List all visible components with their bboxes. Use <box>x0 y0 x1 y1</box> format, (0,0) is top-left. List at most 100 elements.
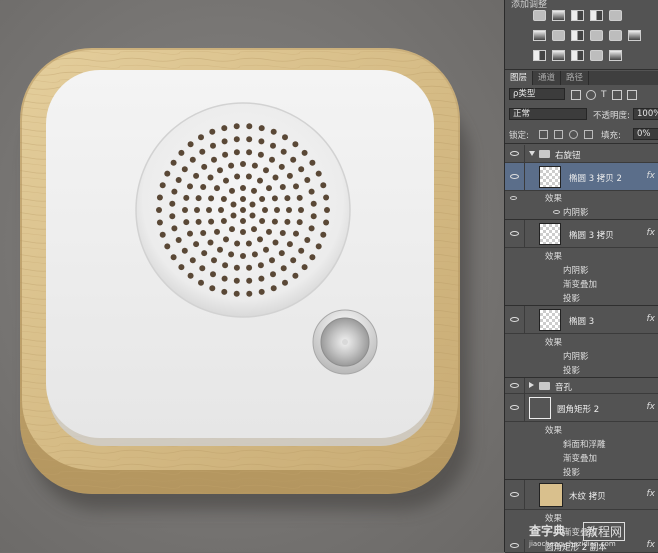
fx-icon[interactable]: fx <box>647 228 656 238</box>
speaker-hole <box>171 188 178 195</box>
collapse-triangle-icon[interactable] <box>529 382 534 388</box>
posterize-icon[interactable] <box>552 50 565 61</box>
adjust-filter-icon[interactable] <box>586 90 596 100</box>
layer-row-rounded-rect2[interactable]: 圆角矩形 2 fx <box>505 394 658 422</box>
speaker-hole <box>293 183 299 190</box>
blend-mode-select[interactable]: 正常 <box>509 108 587 120</box>
speaker-hole <box>234 173 241 180</box>
layer-row-ellipse3-copy2[interactable]: 椭圆 3 拷贝 2 fx <box>505 163 658 191</box>
visibility-eye-icon[interactable] <box>510 231 519 236</box>
effect-gradient-overlay[interactable]: 渐变叠加 <box>563 278 597 290</box>
speaker-hole <box>217 246 223 253</box>
speaker-hole <box>251 187 257 194</box>
opacity-label: 不透明度: <box>593 111 630 121</box>
selective-color-icon[interactable] <box>590 50 603 61</box>
speaker-hole <box>178 149 185 156</box>
layer-name: 木纹 拷贝 <box>569 492 606 502</box>
speaker-hole <box>217 167 223 174</box>
speaker-hole <box>263 246 269 253</box>
speaker-hole <box>233 264 240 271</box>
type-filter-icon[interactable]: T <box>601 90 607 100</box>
visibility-eye-icon[interactable] <box>510 405 519 410</box>
gradient-map-icon[interactable] <box>609 50 622 61</box>
tab-layers[interactable]: 图层 <box>505 71 534 85</box>
vibrance-icon[interactable] <box>609 10 622 21</box>
speaker-hole <box>200 184 207 190</box>
speaker-hole <box>301 264 308 271</box>
tab-paths[interactable]: 路径 <box>561 71 590 85</box>
speaker-hole <box>293 230 299 237</box>
tab-channels[interactable]: 通道 <box>533 71 562 85</box>
layer-row-group-knob[interactable]: 右旋钮 <box>505 145 658 163</box>
visibility-eye-icon[interactable] <box>510 492 519 497</box>
fx-icon[interactable]: fx <box>647 489 656 499</box>
layer-row-wood-copy[interactable]: 木纹 拷贝 fx <box>505 480 658 510</box>
visibility-eye-icon[interactable] <box>510 543 519 548</box>
effects-header: 效果 <box>545 338 563 348</box>
effect-gradient-overlay[interactable]: 渐变叠加 <box>563 452 597 464</box>
smart-filter-icon[interactable] <box>626 90 637 100</box>
speaker-hole <box>324 207 330 213</box>
photo-filter-icon[interactable] <box>590 30 603 41</box>
hue-icon[interactable] <box>533 30 546 41</box>
speaker-hole <box>315 170 322 177</box>
visibility-eye-icon[interactable] <box>510 174 519 179</box>
lock-position-icon[interactable] <box>569 130 578 139</box>
brightness-icon[interactable] <box>533 10 546 21</box>
layer-filter-select[interactable]: ρ类型 <box>509 88 565 100</box>
visibility-eye-icon[interactable] <box>510 317 519 322</box>
lookup-icon[interactable] <box>628 30 641 41</box>
visibility-eye-icon[interactable] <box>510 151 519 156</box>
exposure-icon[interactable] <box>590 10 603 21</box>
effect-inner-shadow[interactable]: 内阴影 <box>563 264 589 276</box>
effect-inner-shadow[interactable]: 内阴影 <box>563 350 589 362</box>
speaker-hole <box>263 167 269 174</box>
pixel-filter-icon[interactable] <box>571 90 581 100</box>
effect-drop-shadow[interactable]: 投影 <box>563 292 580 304</box>
layer-row-ellipse3[interactable]: 椭圆 3 fx <box>505 306 658 334</box>
speaker-hole <box>189 257 196 264</box>
layer-row-group-holes[interactable]: 音孔 <box>505 378 658 394</box>
effect-eye-icon[interactable] <box>510 196 517 200</box>
levels-icon[interactable] <box>552 10 565 21</box>
shape-filter-icon[interactable] <box>611 90 622 100</box>
invert-icon[interactable] <box>533 50 546 61</box>
curves-icon[interactable] <box>571 10 584 21</box>
channel-mixer-icon[interactable] <box>609 30 622 41</box>
fx-icon[interactable]: fx <box>647 171 656 181</box>
threshold-icon[interactable] <box>571 50 584 61</box>
fx-icon[interactable]: fx <box>647 314 656 324</box>
effect-bevel-emboss[interactable]: 斜面和浮雕 <box>563 438 606 450</box>
speaker-hole <box>296 194 303 201</box>
effect-inner-shadow[interactable]: 内阴影 <box>563 206 589 218</box>
effect-drop-shadow[interactable]: 投影 <box>563 364 580 376</box>
speaker-hole <box>189 156 196 163</box>
fill-field[interactable]: 0% <box>633 128 658 140</box>
speaker-hole <box>245 240 252 247</box>
balance-icon[interactable] <box>552 30 565 41</box>
layer-row-ellipse3-copy[interactable]: 椭圆 3 拷贝 fx <box>505 220 658 248</box>
divider <box>505 143 658 144</box>
lock-transparency-icon[interactable] <box>539 130 548 139</box>
expand-triangle-icon[interactable] <box>529 151 535 156</box>
speaker-hole <box>308 225 315 232</box>
speaker-hole <box>169 200 176 207</box>
opacity-field[interactable]: 100% <box>633 108 658 120</box>
fx-icon[interactable]: fx <box>647 540 656 550</box>
visibility-eye-icon[interactable] <box>510 383 519 388</box>
bw-icon[interactable] <box>571 30 584 41</box>
speaker-hole <box>234 240 241 247</box>
speaker-hole <box>323 219 330 226</box>
lock-pixels-icon[interactable] <box>554 130 563 139</box>
effect-eye-icon[interactable] <box>553 210 560 214</box>
canvas-area[interactable] <box>0 0 504 552</box>
effects-header: 效果 <box>545 252 563 262</box>
speaker-hole <box>246 149 253 156</box>
speaker-hole <box>156 194 163 201</box>
speaker-hole <box>214 228 220 235</box>
fx-icon[interactable]: fx <box>647 402 656 412</box>
effect-drop-shadow[interactable]: 投影 <box>563 466 580 478</box>
lock-all-icon[interactable] <box>584 130 593 139</box>
speaker-hole <box>257 151 264 158</box>
speaker-hole <box>183 194 190 201</box>
